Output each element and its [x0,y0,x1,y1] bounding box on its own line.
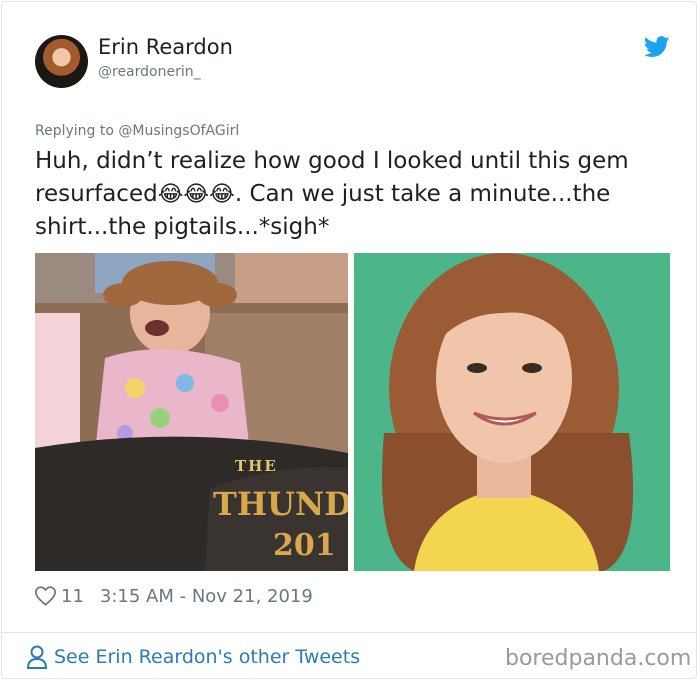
footer-divider [1,632,697,633]
see-other-tweets-link[interactable]: See Erin Reardon's other Tweets [26,645,360,669]
heart-icon[interactable] [35,586,56,606]
tweet-meta: 11 3:15 AM - Nov 21, 2019 [35,582,313,610]
avatar[interactable] [35,35,88,88]
coaster-sign-line1: THE [235,457,278,475]
see-other-tweets-label: See Erin Reardon's other Tweets [54,646,361,668]
like-count[interactable]: 11 [61,586,84,607]
coaster-sign-line2: THUNDERH [213,485,348,523]
author-display-name[interactable]: Erin Reardon [98,35,233,59]
author-handle[interactable]: @reardonerin_ [98,64,201,80]
twitter-bird-icon[interactable] [644,36,670,58]
laughing-emoji-icon: 😂😂😂 [157,182,235,207]
coaster-sign-line3: 201 [273,528,336,563]
reply-to-link[interactable]: @MusingsOfAGirl [118,123,239,139]
boredpanda-watermark: boredpanda.com [505,646,692,671]
tweet-timestamp[interactable]: 3:15 AM - Nov 21, 2019 [100,586,313,607]
reply-prefix: Replying to [35,123,114,139]
reply-context: Replying to @MusingsOfAGirl [35,123,239,139]
tweet-image-rollercoaster[interactable]: THE THUNDERH 201 [35,253,348,571]
tweet-text: Huh, didn’t realize how good I looked un… [35,145,675,244]
tweet-card: Erin Reardon @reardonerin_ Replying to @… [1,1,697,679]
person-icon [26,645,48,669]
tweet-image-portrait[interactable] [354,253,670,571]
